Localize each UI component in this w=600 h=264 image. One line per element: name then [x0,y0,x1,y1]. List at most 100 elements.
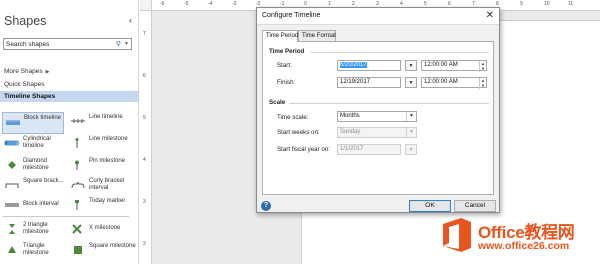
ruler-tick: 4 [143,157,146,163]
stencil-label: Line timeline [89,114,123,120]
collapse-pane-icon[interactable]: ‹ [129,15,132,25]
stencil-block-timeline[interactable]: Block timeline [2,112,64,134]
two-triangle-milestone-icon [9,224,15,234]
start-weeks-value: Sunday [340,129,361,135]
quick-shapes-item[interactable]: Quick Shapes [0,79,139,90]
stencil-label: Block timeline [24,115,62,121]
square-bracket-icon [5,183,19,188]
help-icon[interactable]: ? [261,201,271,211]
stencil-label: Diamond milestone [23,158,49,171]
time-scale-select[interactable]: Months ▼ [337,111,417,122]
tab-time-period[interactable]: Time Period [262,30,298,42]
square-milestone-icon [74,246,82,254]
cylindrical-timeline-icon [4,140,20,146]
ruler-corner [140,0,152,11]
ruler-tick: -4 [208,1,213,7]
triangle-milestone-icon [8,246,16,253]
today-marker-icon [75,200,79,210]
stencil-label: 2 triangle milestone [23,222,49,235]
start-date-value[interactable]: 6/20/2017 [340,62,388,70]
group-divider [289,103,489,104]
ruler-tick: -3 [232,1,237,7]
finish-date-value[interactable]: 12/19/2017 [340,79,388,87]
ruler-tick: -5 [184,1,189,7]
ruler-tick: 5 [143,115,146,121]
more-shapes-label: More Shapes [4,68,43,75]
fiscal-year-value: 1/1/2017 [340,146,364,152]
stencil-line-milestone[interactable]: Line milestone [68,134,132,156]
office-logo-icon [443,218,471,252]
fiscal-year-dropdown-icon[interactable]: ▼ [405,144,417,155]
ruler-tick: 7 [143,31,146,37]
stencil-square-bracket[interactable]: Square brack... [2,176,64,198]
start-label: Start: [277,62,292,69]
ruler-tick: 3 [143,199,146,205]
stencil-today-marker[interactable]: Today marker [68,196,132,218]
line-timeline-icon [71,119,85,123]
ok-button[interactable]: OK [409,200,451,212]
stencil-x-milestone[interactable]: X milestone [68,220,132,242]
start-date-field[interactable]: 6/20/2017 [337,60,401,71]
more-shapes-item[interactable]: More Shapes ▶ [0,66,139,77]
spin-down-icon[interactable]: ▼ [480,66,486,71]
search-shapes-input[interactable] [6,39,114,49]
start-time-spinner[interactable]: ▲ ▼ [479,61,486,72]
stencil-label: Square milestone [89,243,136,249]
stencil-label: Today marker [89,198,126,204]
search-icon[interactable]: ⚲ [116,40,121,48]
chevron-down-icon[interactable]: ▼ [124,41,129,47]
diamond-milestone-icon [8,161,16,169]
finish-time-value[interactable]: 12:00:00 AM [424,79,474,87]
stencil-label: X milestone [89,225,121,231]
stencil-diamond-milestone[interactable]: Diamond milestone [2,156,64,178]
finish-time-spinner[interactable]: ▲ ▼ [479,78,486,89]
pin-milestone-icon [75,160,79,170]
stencil-label: Line milestone [89,136,128,142]
start-time-field[interactable]: 12:00:00 AM ▲ ▼ [421,60,487,72]
finish-date-field[interactable]: 12/19/2017 [337,77,401,88]
stencil-cylindrical-timeline[interactable]: Cylindrical timeline [2,134,64,156]
block-timeline-icon [6,120,20,125]
stencil-block-interval[interactable]: Block interval [2,196,64,218]
chevron-down-icon[interactable]: ▼ [406,112,416,121]
chevron-right-icon: ▶ [45,69,50,75]
stencil-pin-milestone[interactable]: Pin milestone [68,156,132,178]
chevron-down-icon[interactable]: ▼ [406,128,416,137]
finish-label: Finish: [277,79,296,86]
time-period-panel: Time Period Start: 6/20/2017 ▼ 12:00:00 … [262,41,494,195]
search-shapes-box[interactable]: ⚲ ▼ [3,38,132,50]
start-time-value[interactable]: 12:00:00 AM [424,62,474,70]
ruler-tick: 9 [520,1,523,7]
dialog-title-bar[interactable]: Configure Timeline ✕ [257,8,499,25]
finish-time-field[interactable]: 12:00:00 AM ▲ ▼ [421,77,487,89]
stencil-label: Square brack... [23,178,64,184]
start-date-dropdown-icon[interactable]: ▼ [405,60,417,71]
finish-date-dropdown-icon[interactable]: ▼ [405,77,417,88]
stencil-square-milestone[interactable]: Square milestone [68,241,136,263]
timeline-shapes-item[interactable]: Timeline Shapes [0,91,139,102]
start-weeks-label: Start weeks on: [277,129,320,136]
vertical-ruler: 7 6 5 4 3 2 [140,11,152,264]
time-scale-value[interactable]: Months [340,113,404,121]
line-milestone-icon [75,138,79,148]
cancel-button[interactable]: Cancel [454,200,496,212]
start-weeks-select[interactable]: Sunday ▼ [337,127,417,138]
spin-down-icon[interactable]: ▼ [480,83,486,88]
ruler-tick: 10 [544,1,550,7]
start-date-selected-text: 6/20/2017 [340,62,367,68]
tab-time-format[interactable]: Time Format [298,30,336,41]
close-icon[interactable]: ✕ [486,10,494,21]
stencil-line-timeline[interactable]: Line timeline [68,112,132,134]
shapes-pane: Shapes ‹ ⚲ ▼ More Shapes▶ Quick Shapes T… [0,0,139,264]
fiscal-year-field[interactable]: 1/1/2017 [337,144,401,155]
block-interval-icon [5,203,19,207]
watermark-url: www.office26.com [478,240,570,252]
stencil-curly-bracket[interactable]: Curly bracket interval [68,176,132,198]
shapes-pane-title: Shapes [4,14,47,28]
stencil-label: Cylindrical timeline [23,136,51,149]
stencil-triangle-milestone[interactable]: Triangle milestone [2,241,64,263]
ruler-tick: -6 [160,1,165,7]
time-scale-label: Time scale: [277,114,309,121]
stencil-two-triangle-milestone[interactable]: 2 triangle milestone [2,220,64,242]
configure-timeline-dialog: Configure Timeline ✕ Time Period Time Fo… [256,7,500,213]
